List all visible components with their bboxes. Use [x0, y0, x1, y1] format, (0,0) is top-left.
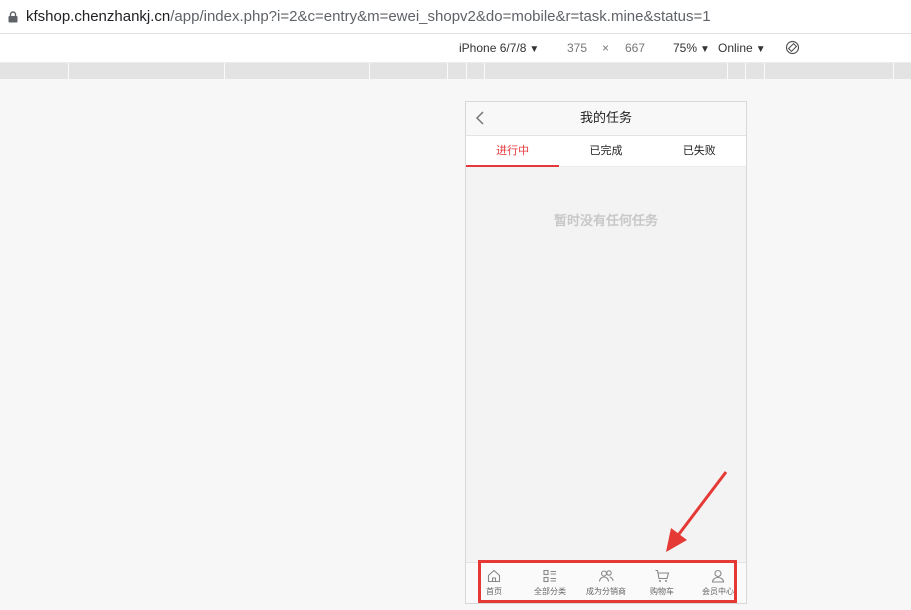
tab-completed[interactable]: 已完成 [559, 136, 652, 166]
zoom-value: 75% [673, 41, 698, 55]
tabbar-label: 会员中心 [702, 587, 734, 596]
device-caret-icon: ▼ [529, 44, 540, 55]
annotation-arrow-icon [666, 471, 728, 552]
network-select[interactable]: Online ▼ [718, 41, 766, 55]
device-toolbar: iPhone 6/7/8 ▼ 375 × 667 75% ▼ Online ▼ [0, 34, 911, 63]
tabbar-item-home[interactable]: 首页 [466, 563, 522, 603]
lock-icon [8, 10, 18, 22]
height-input[interactable]: 667 [625, 41, 645, 55]
ruler-tick [447, 63, 448, 79]
tabbar-label: 首页 [486, 587, 502, 596]
tabbar-item-categories[interactable]: 全部分类 [522, 563, 578, 603]
url-text[interactable]: kfshop.chenzhankj.cn/app/index.php?i=2&c… [26, 8, 711, 25]
address-bar[interactable]: kfshop.chenzhankj.cn/app/index.php?i=2&c… [0, 0, 911, 34]
tabbar-item-cart[interactable]: 购物车 [634, 563, 690, 603]
cart-icon [655, 569, 670, 582]
device-name: iPhone 6/7/8 [459, 41, 527, 55]
ruler-tick [68, 63, 69, 79]
page-header: 我的任务 [466, 102, 746, 136]
width-input[interactable]: 375 [567, 41, 587, 55]
home-icon [487, 569, 501, 583]
tabbar-item-distributor[interactable]: 成为分销商 [578, 563, 634, 603]
ruler-tick [893, 63, 894, 79]
rotate-icon[interactable] [785, 40, 800, 55]
ruler-tick [764, 63, 765, 79]
user-icon [711, 569, 725, 583]
empty-state-message: 暂时没有任何任务 [553, 214, 658, 229]
ruler-tick [224, 63, 225, 79]
tab-in-progress[interactable]: 进行中 [466, 136, 560, 167]
distributor-icon [598, 570, 614, 582]
back-arrow-icon[interactable] [475, 111, 485, 125]
task-tabs: 进行中 已完成 已失败 [466, 136, 746, 167]
network-value: Online [718, 41, 753, 55]
zoom-caret-icon: ▼ [700, 44, 710, 55]
zoom-select[interactable]: 75% ▼ [673, 41, 710, 55]
ruler-tick [466, 63, 467, 79]
network-caret-icon: ▼ [755, 44, 766, 55]
device-select[interactable]: iPhone 6/7/8 ▼ [459, 41, 539, 55]
tabbar-label: 购物车 [650, 587, 674, 596]
tabbar-item-member-center[interactable]: 会员中心 [690, 563, 746, 603]
ruler-tick [727, 63, 728, 79]
tabbar-label: 成为分销商 [586, 587, 626, 596]
tab-failed[interactable]: 已失败 [653, 136, 746, 166]
url-host: kfshop.chenzhankj.cn [26, 8, 171, 25]
ruler-tick [745, 63, 746, 79]
url-path: /app/index.php?i=2&c=entry&m=ewei_shopv2… [170, 8, 711, 25]
ruler-tick [484, 63, 485, 79]
dimension-separator: × [602, 41, 610, 55]
ruler-tick [369, 63, 370, 79]
category-icon [543, 569, 556, 583]
bottom-tab-bar: 首页 全部分类 成为分销商 购物车 会员中心 [466, 562, 746, 603]
tabbar-label: 全部分类 [534, 587, 566, 596]
media-query-ruler[interactable] [0, 63, 911, 79]
page-title: 我的任务 [579, 111, 632, 126]
